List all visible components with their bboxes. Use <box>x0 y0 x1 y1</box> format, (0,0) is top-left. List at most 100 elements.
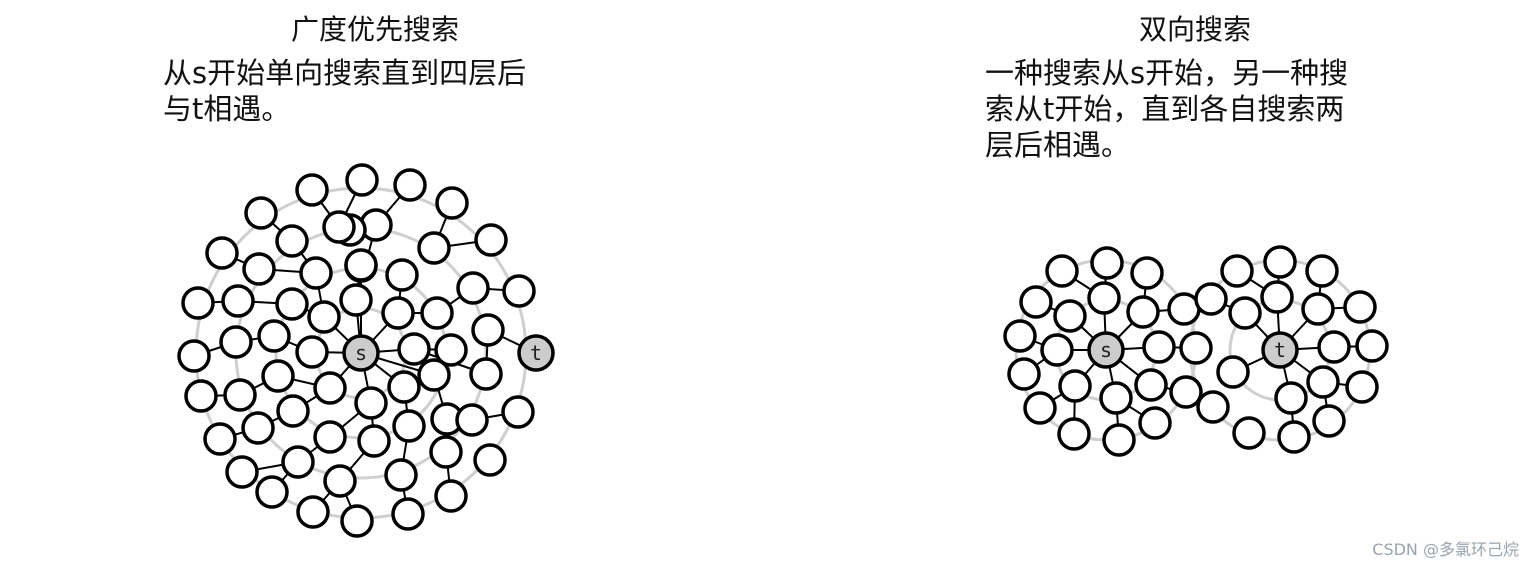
bidirectional-target-label: t <box>1274 338 1286 362</box>
graph-node <box>1194 282 1228 316</box>
graph-node <box>1228 296 1262 330</box>
graph-node <box>1057 417 1091 451</box>
graph-node <box>307 300 341 334</box>
graph-node <box>501 395 535 429</box>
graph-node <box>391 497 425 531</box>
graph-node <box>455 403 489 437</box>
graph-node <box>1003 319 1037 353</box>
bidirectional-source-label: s <box>1100 338 1112 362</box>
graph-node <box>345 163 379 197</box>
node-group: stst <box>177 163 1389 538</box>
graph-node <box>384 458 418 492</box>
graph-node <box>322 210 356 244</box>
graph-node <box>276 394 310 428</box>
graph-node <box>296 495 330 529</box>
graph-node <box>1263 245 1297 279</box>
graph-node <box>1087 281 1121 315</box>
graph-node <box>1090 246 1124 280</box>
graph-node <box>1169 375 1203 409</box>
graph-node <box>387 370 421 404</box>
graph-node <box>241 411 275 445</box>
graph-node <box>339 283 373 317</box>
graph-node <box>354 386 388 420</box>
graph-node <box>417 231 451 265</box>
graph-node <box>1134 368 1168 402</box>
graph-node <box>456 271 490 305</box>
graph-node <box>257 319 291 353</box>
search-diagram: stst <box>177 163 1389 538</box>
graph-node <box>299 256 333 290</box>
graph-node <box>357 424 391 458</box>
graph-node <box>469 357 503 391</box>
target-label: t <box>530 341 542 365</box>
source-label: s <box>355 341 367 365</box>
graph-node <box>1317 330 1351 364</box>
graph-node <box>261 359 295 393</box>
graph-node <box>275 287 309 321</box>
graph-node <box>434 333 468 367</box>
graph-node <box>1130 256 1164 290</box>
graph-node <box>385 258 419 292</box>
graph-node <box>429 435 463 469</box>
graph-node <box>1023 391 1057 425</box>
graph-node <box>340 504 374 538</box>
graph-node <box>1179 331 1213 365</box>
graph-node <box>281 445 315 479</box>
graph-node <box>225 455 259 489</box>
graph-node <box>502 274 536 308</box>
graph-node <box>1040 333 1074 367</box>
graph-node <box>219 325 253 359</box>
graph-node <box>1102 423 1136 457</box>
graph-node <box>1343 290 1377 324</box>
graph-node <box>221 284 255 318</box>
graph-node <box>1277 420 1311 454</box>
graph-node <box>313 371 347 405</box>
graph-node <box>1301 292 1335 326</box>
graph-node <box>1058 369 1092 403</box>
graph-node <box>1220 254 1254 288</box>
graph-node <box>244 196 278 230</box>
graph-node <box>1053 299 1087 333</box>
graph-node <box>435 186 469 220</box>
graph-node <box>295 335 329 369</box>
graph-node <box>1355 329 1389 363</box>
graph-node <box>392 409 426 443</box>
graph-node <box>242 252 276 286</box>
graph-node <box>344 248 378 282</box>
graph-node <box>1138 406 1172 440</box>
graph-node <box>1274 381 1308 415</box>
graph-node <box>1007 357 1041 391</box>
graph-node <box>471 313 505 347</box>
watermark: CSDN @多氯环己烷 <box>1372 540 1519 559</box>
graph-node <box>473 443 507 477</box>
graph-node <box>323 464 357 498</box>
graph-node <box>255 475 289 509</box>
graph-node <box>1216 355 1250 389</box>
graph-node <box>313 420 347 454</box>
graph-node <box>1019 285 1053 319</box>
graph-node <box>1305 254 1339 288</box>
graph-node <box>420 296 454 330</box>
graph-node <box>1260 280 1294 314</box>
graph-node <box>1312 404 1346 438</box>
graph-node <box>1099 381 1133 415</box>
graph-node <box>295 173 329 207</box>
graph-node <box>393 168 427 202</box>
graph-node <box>434 479 468 513</box>
graph-node <box>1232 416 1266 450</box>
graph-node <box>223 378 257 412</box>
graph-node <box>381 296 415 330</box>
graph-node <box>1045 254 1079 288</box>
graph-node <box>1142 330 1176 364</box>
graph-node <box>1345 370 1379 404</box>
graph-node <box>203 422 237 456</box>
graph-node <box>397 332 431 366</box>
graph-node <box>1126 295 1160 329</box>
graph-node <box>275 224 309 258</box>
graph-node <box>177 339 211 373</box>
graph-node <box>184 379 218 413</box>
graph-node <box>181 286 215 320</box>
graph-node <box>1196 390 1230 424</box>
graph-node <box>205 236 239 270</box>
graph-node <box>474 223 508 257</box>
